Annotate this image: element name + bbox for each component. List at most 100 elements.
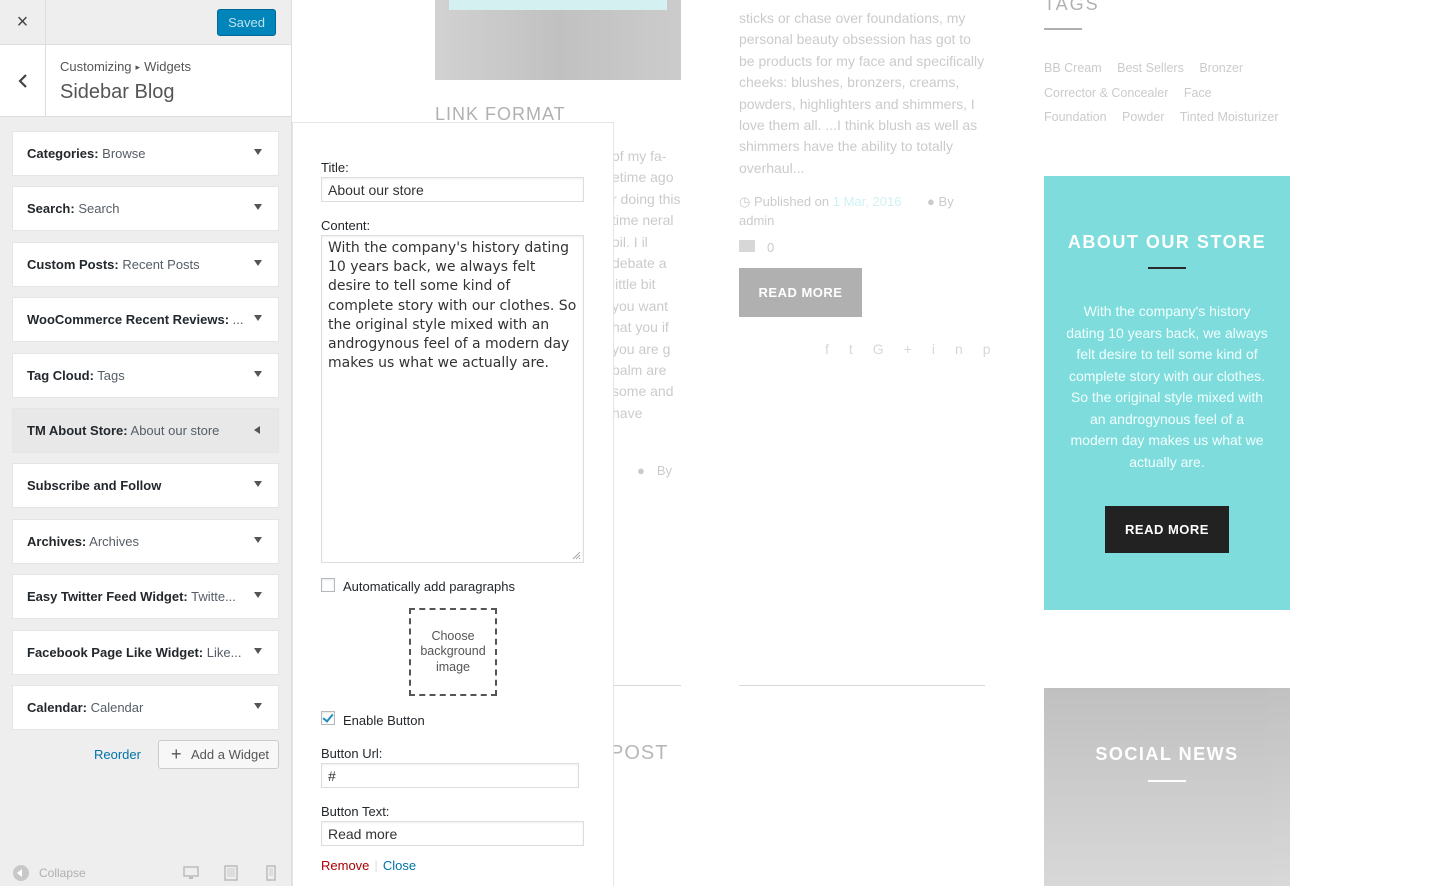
tag-link[interactable]: Powder [1122, 110, 1164, 124]
widget-subtitle: Archives [86, 533, 139, 549]
desktop-preview-icon[interactable] [183, 865, 199, 881]
pinterest-icon[interactable]: p [983, 341, 1011, 357]
comments-count: 0 [739, 240, 774, 255]
tablet-preview-icon[interactable] [223, 865, 239, 881]
widget-search[interactable]: Search: Search [12, 186, 279, 232]
widget-subtitle: Like... [203, 644, 242, 660]
button-url-input[interactable] [321, 763, 579, 788]
widget-woocommerce-reviews[interactable]: WooCommerce Recent Reviews: ... [12, 297, 279, 343]
widget-categories[interactable]: Categories: Browse [12, 131, 279, 176]
title-input[interactable] [321, 177, 584, 202]
tag-link[interactable]: Bronzer [1199, 61, 1243, 75]
caret-down-icon[interactable] [254, 481, 262, 488]
customizer-sidebar: × Saved Customizing ▸ Widgets Sidebar Blog… [0, 0, 292, 886]
plus-icon: + [171, 744, 182, 764]
widget-archives[interactable]: Archives: Archives [12, 518, 279, 564]
widget-name: WooCommerce Recent Reviews: [27, 312, 230, 328]
caret-down-icon[interactable] [254, 592, 262, 599]
widget-title: Categories: Browse [27, 146, 146, 161]
reorder-link[interactable]: Reorder [94, 747, 141, 762]
post-excerpt: sticks or chase over foundations, my per… [739, 10, 985, 176]
caret-down-icon[interactable] [254, 536, 262, 543]
content-label: Content: [321, 218, 371, 233]
choose-background-image-button[interactable]: Choose background image [409, 608, 497, 696]
widget-subtitle: Calendar [86, 699, 144, 715]
widget-name: Calendar: [27, 699, 87, 715]
back-button[interactable] [0, 45, 46, 116]
collapse-label: Collapse [39, 866, 86, 880]
collapse-button[interactable]: Collapse [13, 865, 86, 881]
widget-title: Tag Cloud: Tags [27, 368, 125, 383]
divider [612, 685, 681, 686]
widget-subtitle: About our store [127, 422, 220, 438]
meta-author[interactable]: admin [739, 213, 774, 228]
widget-subtitle: Browse [98, 146, 146, 161]
caret-down-icon[interactable] [254, 370, 262, 377]
widget-name: Subscribe and Follow [27, 478, 162, 494]
widget-name: Easy Twitter Feed Widget: [27, 589, 188, 605]
breadcrumb-separator-icon: ▸ [135, 62, 141, 72]
section-title-panel: Customizing ▸ Widgets Sidebar Blog [0, 45, 291, 117]
meta-by-text: By [656, 463, 673, 478]
meta-date[interactable]: 1 Mar, 2016 [833, 194, 902, 209]
widget-custom-posts[interactable]: Custom Posts: Recent Posts [12, 241, 279, 287]
widget-name: Facebook Page Like Widget: [27, 644, 204, 660]
widget-subscribe-follow[interactable]: Subscribe and Follow [12, 463, 279, 509]
content-textarea[interactable]: With the company's history dating 10 yea… [321, 235, 584, 563]
about-store-text: With the company's history dating 10 yea… [1066, 303, 1268, 470]
tag-link[interactable]: Face [1184, 86, 1212, 100]
close-icon[interactable]: × [0, 0, 46, 45]
widget-facebook-page-like[interactable]: Facebook Page Like Widget: Like... [12, 629, 279, 675]
widget-title: Search: Search [27, 201, 120, 216]
resize-handle-icon[interactable] [572, 551, 581, 560]
collapse-arrow-icon [13, 865, 29, 881]
tag-link[interactable]: Foundation [1044, 110, 1107, 124]
tag-cloud: BB Cream Best Sellers Bronzer Corrector … [1044, 56, 1294, 130]
widget-tm-about-store[interactable]: TM About Store: About our store [12, 407, 279, 453]
linkedin-icon[interactable]: in [932, 341, 983, 357]
title-label: Title: [321, 160, 349, 175]
close-link[interactable]: Close [383, 858, 416, 873]
caret-down-icon[interactable] [254, 702, 262, 709]
widget-name: Categories: [27, 146, 99, 161]
add-widget-label: Add a Widget [191, 747, 270, 762]
tag-link[interactable]: Best Sellers [1117, 61, 1184, 75]
widget-name: Search: [27, 201, 75, 217]
caret-down-icon[interactable] [254, 647, 262, 654]
caret-down-icon[interactable] [254, 204, 262, 211]
widget-subtitle: Recent Posts [118, 256, 200, 272]
caret-down-icon[interactable] [254, 315, 262, 322]
add-widget-button[interactable]: + Add a Widget [158, 740, 279, 769]
widget-twitter-feed[interactable]: Easy Twitter Feed Widget: Twitte... [12, 574, 279, 620]
saved-button[interactable]: Saved [217, 9, 276, 36]
section-title: Sidebar Blog [60, 81, 175, 103]
twitter-icon[interactable]: t [849, 341, 873, 357]
about-store-divider [1148, 267, 1186, 269]
enable-button-checkbox[interactable] [321, 711, 335, 725]
tag-link[interactable]: Tinted Moisturizer [1180, 110, 1279, 124]
tags-heading: TAGS [1044, 0, 1100, 14]
tag-link[interactable]: BB Cream [1044, 61, 1102, 75]
widget-form-panel: Title: Content: With the company's histo… [292, 122, 614, 886]
caret-down-icon[interactable] [254, 149, 262, 155]
about-store-read-more-button[interactable]: READ MORE [1105, 506, 1229, 553]
mobile-preview-icon[interactable] [263, 865, 279, 881]
user-icon: ● [637, 463, 645, 478]
widget-calendar[interactable]: Calendar: Calendar [12, 684, 279, 730]
remove-link[interactable]: Remove [321, 858, 369, 873]
facebook-icon[interactable]: f [825, 341, 849, 357]
tag-link[interactable]: Corrector & Concealer [1044, 86, 1168, 100]
link-separator: | [374, 858, 378, 873]
caret-down-icon[interactable] [254, 259, 262, 266]
button-text-input[interactable] [321, 821, 584, 846]
customizer-screen: LINK FORMAT of my fa- etime ago r doing … [0, 0, 1433, 886]
customizer-footer: Collapse [0, 856, 291, 886]
widget-name: Custom Posts: [27, 256, 119, 272]
google-plus-icon[interactable]: G+ [873, 341, 932, 357]
widget-name: Archives: [27, 533, 87, 549]
widget-tag-cloud[interactable]: Tag Cloud: Tags [12, 352, 279, 398]
widget-subtitle: Twitte... [187, 589, 236, 605]
caret-left-icon[interactable] [254, 425, 260, 434]
auto-paragraphs-checkbox[interactable] [321, 578, 335, 592]
read-more-button[interactable]: READ MORE [739, 268, 862, 317]
